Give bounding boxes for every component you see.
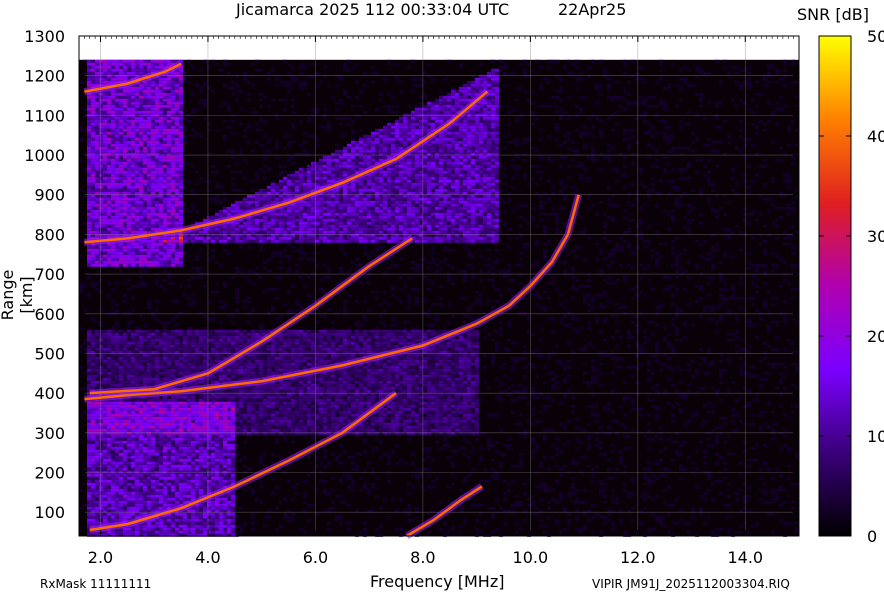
y-tick-label-3: 400 [34, 384, 65, 403]
rxmask-text: RxMask 11111111 [40, 577, 152, 591]
chart-title: Jicamarca 2025 112 00:33:04 UTC [236, 0, 510, 19]
x-tick-label-6: 14.0 [727, 548, 763, 567]
x-tick-label-4: 10.0 [513, 548, 549, 567]
y-tick-label-8: 900 [34, 186, 65, 205]
x-axis-label: Frequency [MHz] [370, 572, 505, 591]
chart-date: 22Apr25 [558, 0, 627, 19]
y-tick-label-7: 800 [34, 225, 65, 244]
x-tick-label-5: 12.0 [620, 548, 656, 567]
y-tick-label-12: 1300 [24, 27, 65, 46]
y-tick-label-9: 1000 [24, 146, 65, 165]
x-tick-label-3: 8.0 [410, 548, 435, 567]
y-tick-label-5: 600 [34, 305, 65, 324]
y-tick-label-11: 1200 [24, 67, 65, 86]
colorbar-tick-0: 0 [867, 527, 877, 546]
colorbar: 0 10 20 30 40 50 [818, 27, 884, 546]
filename-text: VIPIR JM91J_2025112003304.RIQ [592, 577, 790, 591]
colorbar-tick-4: 40 [867, 127, 884, 146]
colorbar-tick-1: 10 [867, 427, 884, 446]
y-tick-label-10: 1100 [24, 106, 65, 125]
ionogram-chart: 2.0 4.0 6.0 8.0 10.0 12.0 14.01002003004005006… [24, 27, 884, 567]
x-tick-label-1: 4.0 [195, 548, 220, 567]
y-tick-label-1: 200 [34, 464, 65, 483]
y-tick-label-2: 300 [34, 424, 65, 443]
colorbar-tick-5: 50 [867, 27, 884, 46]
y-tick-label-4: 500 [34, 344, 65, 363]
colorbar-tick-3: 30 [867, 227, 884, 246]
heatmap-layer [79, 36, 799, 537]
colorbar-gradient [818, 35, 852, 537]
y-tick-label-6: 700 [34, 265, 65, 284]
x-tick-label-0: 2.0 [88, 548, 113, 567]
colorbar-label: SNR [dB] [797, 5, 869, 24]
x-tick-label-2: 6.0 [303, 548, 328, 567]
y-tick-label-0: 100 [34, 503, 65, 522]
colorbar-tick-2: 20 [867, 327, 884, 346]
y-axis-label: Range [km] [0, 269, 36, 321]
